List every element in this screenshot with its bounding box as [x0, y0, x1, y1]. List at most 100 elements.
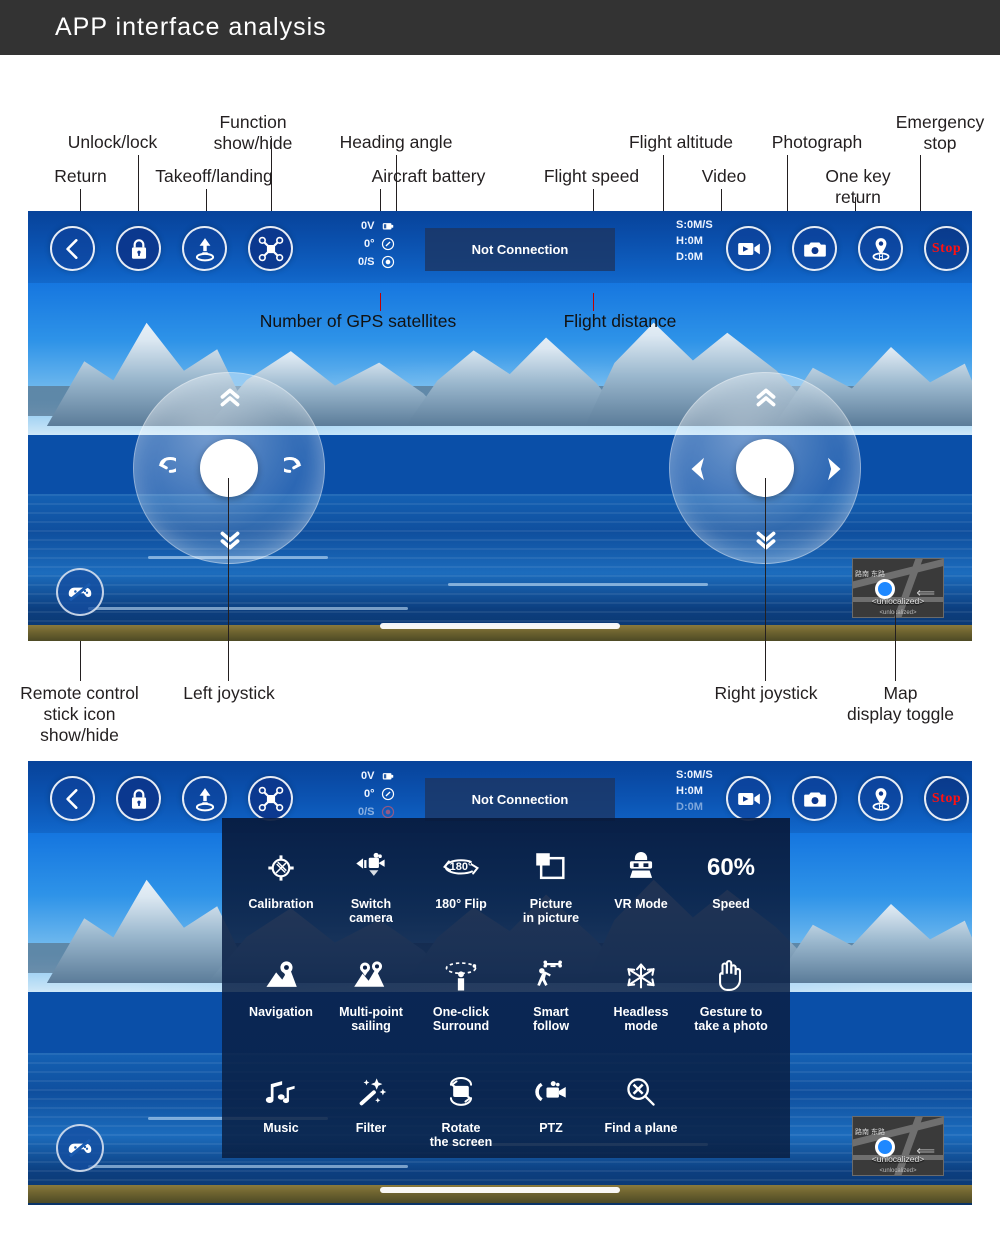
- photo-button[interactable]: [792, 776, 837, 821]
- home-pin-icon: H: [872, 787, 889, 811]
- map-display-toggle[interactable]: 路南 东路 ⟸ <unlocalized> <unlocalized>: [852, 1116, 944, 1176]
- remote-stick-toggle-button[interactable]: [56, 568, 104, 616]
- app-screen-fpv[interactable]: 0V 0° 0/S Not Connection S:0M/S H:0M D:0…: [28, 211, 972, 641]
- stop-button[interactable]: Stop: [924, 776, 969, 821]
- function-button[interactable]: [248, 226, 293, 271]
- connection-status-text: Not Connection: [471, 242, 569, 257]
- water-highlight: [88, 607, 408, 610]
- takeoff-icon: [195, 787, 214, 811]
- water-highlight: [448, 583, 708, 586]
- menu-item-switch-camera[interactable]: Switch camera: [326, 840, 416, 944]
- menu-item-label: Music: [263, 1121, 299, 1135]
- menu-item-label: One-click Surround: [432, 1005, 490, 1033]
- menu-item-label: Picture in picture: [522, 897, 580, 925]
- connection-status-banner: Not Connection: [425, 778, 615, 821]
- lock-button[interactable]: [116, 776, 161, 821]
- gamepad-off-icon: [68, 582, 92, 602]
- menu-item-smart-follow[interactable]: Smart follow: [506, 948, 596, 1060]
- return-button[interactable]: [50, 776, 95, 821]
- menu-item-picture-in-picture[interactable]: Picture in picture: [506, 840, 596, 944]
- leader-line: [80, 189, 81, 211]
- rotate-left-icon[interactable]: [146, 455, 176, 483]
- callout-one-key-return: One key return: [825, 166, 891, 207]
- menu-item-ptz[interactable]: PTZ: [506, 1064, 596, 1168]
- map-street-label-cjk: 路南 东路: [855, 571, 885, 578]
- arrow-left-icon[interactable]: [684, 453, 714, 485]
- leader-line: [271, 138, 272, 211]
- menu-item-flip-180[interactable]: 180° 180° Flip: [416, 840, 506, 944]
- takeoff-button[interactable]: [182, 226, 227, 271]
- menu-item-one-click-surround[interactable]: One-click Surround: [416, 948, 506, 1060]
- photo-button[interactable]: [792, 226, 837, 271]
- chevrons-up-icon[interactable]: [212, 385, 248, 411]
- stop-button[interactable]: Stop: [924, 226, 969, 271]
- menu-item-navigation[interactable]: Navigation: [236, 948, 326, 1060]
- hud-battery-value: 0V: [361, 220, 375, 232]
- chevrons-up-icon[interactable]: [748, 385, 784, 411]
- speed-percent: 60%: [707, 846, 755, 890]
- callout-takeoff-landing: Takeoff/landing: [155, 166, 273, 186]
- remote-stick-toggle-button[interactable]: [56, 1124, 104, 1172]
- leader-line: [765, 478, 766, 681]
- return-button[interactable]: [50, 226, 95, 271]
- left-joystick-knob[interactable]: [200, 439, 258, 497]
- callout-gps-satellites: Number of GPS satellites: [259, 311, 457, 331]
- menu-item-rotate-screen[interactable]: Rotate the screen: [416, 1064, 506, 1168]
- lock-button[interactable]: [116, 226, 161, 271]
- takeoff-icon: [195, 237, 214, 261]
- video-button[interactable]: [726, 776, 771, 821]
- chevrons-down-icon[interactable]: [748, 527, 784, 553]
- hud-battery-value: 0V: [361, 770, 375, 782]
- rotate-screen-icon: [442, 1070, 480, 1114]
- magic-wand-icon: [354, 1070, 388, 1114]
- hud-distance: D:0M: [676, 801, 703, 813]
- menu-item-speed[interactable]: 60% Speed: [686, 840, 776, 944]
- rotate-right-icon[interactable]: [284, 455, 314, 483]
- switch-camera-icon: [354, 846, 388, 890]
- callout-left-joystick: Left joystick: [183, 683, 275, 703]
- callout-right-joystick: Right joystick: [714, 683, 818, 703]
- hud-battery-row: 0V: [361, 219, 394, 233]
- video-camera-icon: [737, 242, 760, 255]
- return-home-button[interactable]: H: [858, 226, 903, 271]
- function-menu-panel[interactable]: Calibration Switch camera 180° 180° Flip…: [222, 818, 790, 1158]
- menu-item-music[interactable]: Music: [236, 1064, 326, 1168]
- map-display-toggle[interactable]: 路南 东路 ⟸ <unlocalized> <unlocalized>: [852, 558, 944, 618]
- left-joystick[interactable]: [133, 372, 325, 564]
- callout-photograph: Photograph: [771, 132, 863, 152]
- flip-180-icon: 180°: [439, 846, 483, 890]
- function-menu-row: Calibration Switch camera 180° 180° Flip…: [236, 840, 776, 944]
- return-home-button[interactable]: H: [858, 776, 903, 821]
- menu-item-gesture-photo[interactable]: Gesture to take a photo: [686, 948, 776, 1060]
- callout-unlock-lock: Unlock/lock: [67, 132, 158, 152]
- chevrons-down-icon[interactable]: [212, 527, 248, 553]
- home-indicator: [380, 623, 620, 629]
- leader-line: [138, 155, 139, 211]
- menu-item-find-plane[interactable]: Find a plane: [596, 1064, 686, 1168]
- takeoff-button[interactable]: [182, 776, 227, 821]
- menu-item-headless-mode[interactable]: Headless mode: [596, 948, 686, 1060]
- leader-line: [380, 293, 381, 311]
- menu-item-multi-point-sailing[interactable]: Multi-point sailing: [326, 948, 416, 1060]
- calibration-icon: [265, 846, 297, 890]
- connection-status-text: Not Connection: [471, 792, 569, 807]
- stop-button-label: Stop: [931, 240, 962, 256]
- callout-emergency-stop: Emergency stop: [895, 112, 985, 153]
- menu-item-filter[interactable]: Filter: [326, 1064, 416, 1168]
- function-button[interactable]: [248, 776, 293, 821]
- menu-item-label: Smart follow: [532, 1005, 570, 1033]
- pip-icon: [535, 846, 567, 890]
- menu-item-label: Find a plane: [604, 1121, 678, 1135]
- chevron-left-icon: [65, 788, 78, 809]
- app-screen-function-menu[interactable]: 0V 0° 0/S Not Connection S:0M/S H:0M D:0…: [28, 761, 972, 1205]
- menu-item-label: Navigation: [249, 1005, 313, 1019]
- callout-flight-altitude: Flight altitude: [628, 132, 734, 152]
- surround-icon: [442, 954, 480, 998]
- multi-point-icon: [353, 954, 389, 998]
- menu-item-calibration[interactable]: Calibration: [236, 840, 326, 944]
- video-button[interactable]: [726, 226, 771, 271]
- menu-item-vr-mode[interactable]: VR Mode: [596, 840, 686, 944]
- arrow-right-icon[interactable]: [818, 453, 848, 485]
- map-sub-label: <unlocalized>: [879, 610, 917, 616]
- hand-gesture-icon: [715, 954, 747, 998]
